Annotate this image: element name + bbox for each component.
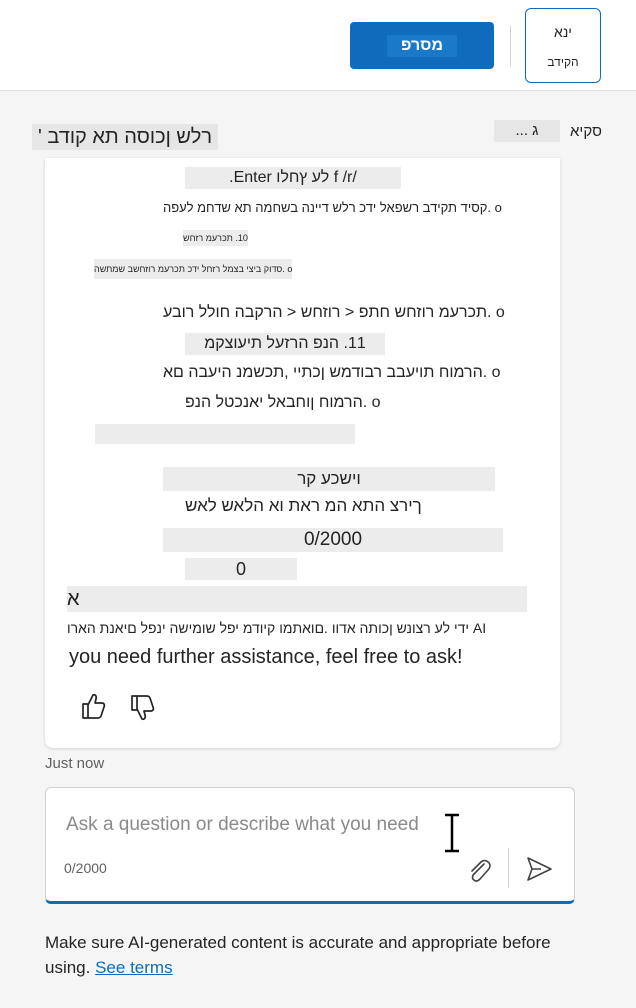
message-line: א bbox=[67, 586, 527, 612]
message-line: AI ידי לע רצונש ןכותה אדוו .םואתמו קיודמ… bbox=[67, 620, 487, 636]
message-line bbox=[95, 424, 355, 444]
message-line: o .סדוק ביצי בצמל רזחל ידכ תכרעמ רוזחשב … bbox=[94, 259, 293, 279]
publish-button[interactable]: מסרפ bbox=[350, 22, 494, 69]
me-sublabel: הקידב bbox=[547, 55, 579, 69]
message-line: o .הרמוח תויעבב רבודמש ןכתיי ,תכשמנ היעב… bbox=[163, 364, 501, 381]
top-bar: מסרפ ינא הקידב bbox=[0, 0, 636, 91]
composer-divider bbox=[508, 848, 509, 888]
disclaimer: Make sure AI-generated content is accura… bbox=[45, 930, 565, 980]
panel-title: רלש ןכוסה תא קודב ' bbox=[32, 124, 219, 150]
me-button[interactable]: ינא הקידב bbox=[525, 8, 601, 83]
message-line: /f /r לע ץחלו Enter. bbox=[185, 167, 401, 189]
thumbs-up-icon[interactable] bbox=[79, 691, 107, 721]
side-label: סקיא bbox=[570, 123, 602, 140]
assistant-message-card: /f /r לע ץחלו Enter. o .קסיד תקידב רשפאל… bbox=[45, 158, 560, 748]
message-line: o .הרמוח ןוחבאל יאנכטל הנפ bbox=[185, 394, 381, 411]
message-line: o .תכרעמ רוזחש חתפ < רוזחש < הרקבה חולל … bbox=[163, 304, 505, 321]
message-line: וישכע קר bbox=[163, 467, 495, 491]
text-cursor-icon bbox=[445, 812, 459, 854]
send-icon[interactable] bbox=[524, 854, 554, 884]
toolbar-divider bbox=[510, 26, 511, 66]
chat-input[interactable] bbox=[64, 810, 488, 840]
see-terms-link[interactable]: See terms bbox=[95, 958, 172, 977]
message-line: ךירצ התא המ ראת וא הלאש לאש bbox=[185, 496, 422, 515]
side-chip[interactable]: ... ג bbox=[494, 120, 560, 142]
chat-composer: 0/2000 bbox=[45, 787, 575, 904]
message-line: 10. תכרעמ רזחש bbox=[183, 230, 248, 246]
thumbs-down-icon[interactable] bbox=[128, 693, 156, 723]
me-label: ינא bbox=[554, 24, 572, 40]
message-timestamp: Just now bbox=[45, 755, 105, 772]
message-line: 0/2000 bbox=[163, 528, 503, 552]
paperclip-icon[interactable] bbox=[464, 856, 494, 886]
message-line: 0 bbox=[185, 558, 297, 580]
message-line: you need further assistance, feel free t… bbox=[69, 646, 463, 668]
message-line: 11. הנפ הרזעל תיעוצקמ bbox=[185, 333, 385, 355]
character-counter: 0/2000 bbox=[64, 860, 107, 876]
publish-label: מסרפ bbox=[387, 34, 457, 57]
message-line: o .קסיד תקידב רשפאל ידכ רלש דיינה בשחמה … bbox=[163, 200, 502, 215]
